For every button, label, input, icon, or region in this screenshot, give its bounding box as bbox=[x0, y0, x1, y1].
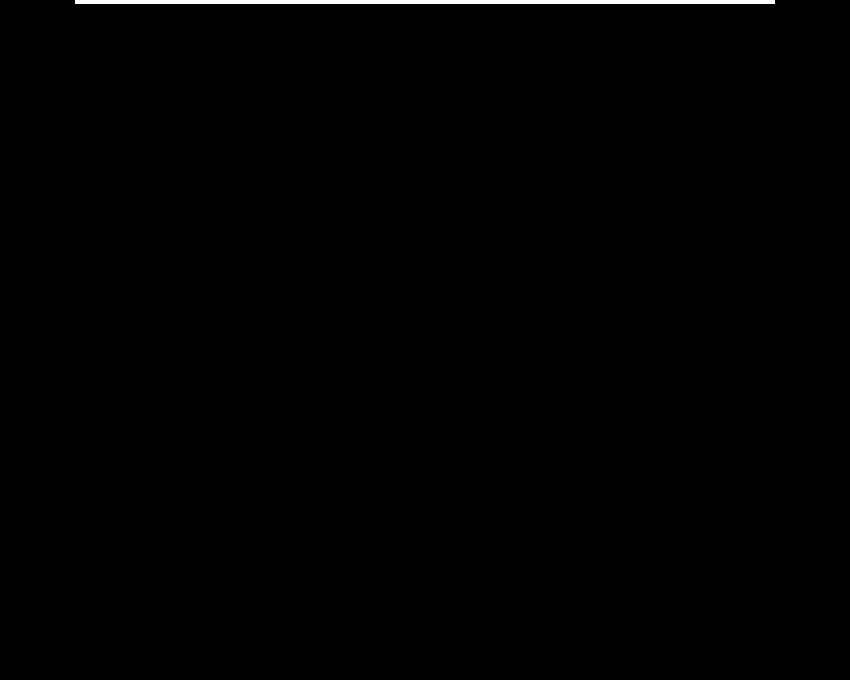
chart-canvas bbox=[0, 0, 850, 680]
light-curve-figure bbox=[0, 0, 850, 680]
